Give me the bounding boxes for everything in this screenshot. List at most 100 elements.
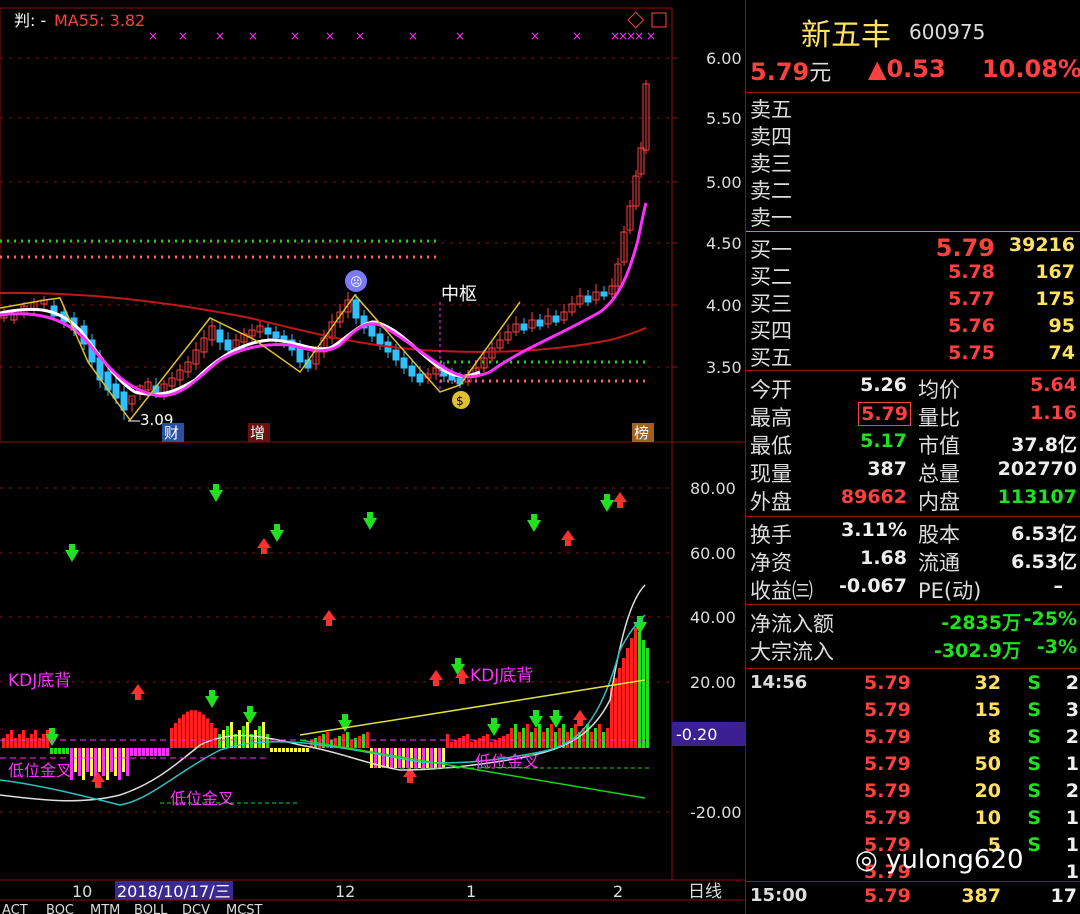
osc-bar [110,748,113,772]
tick-row[interactable]: 5.79 10 S 1 [746,807,1080,834]
buy-price: 5.77 [948,288,995,310]
osc-bar [270,748,273,752]
chart-area[interactable]: 判: - MA55: 3.82 × × × × × × × × × × × ×××× × ☹ $ 中枢 … [0,0,745,914]
indicator-tab[interactable]: MCST [226,903,263,914]
ma55-line [0,291,647,353]
osc-bar [638,632,641,748]
osc-bar [298,748,301,752]
tick-row[interactable]: 14:56 5.79 32 S 2 [746,672,1080,699]
tick-row[interactable]: 5.79 50 S 1 [746,753,1080,780]
osc-bar [370,748,373,768]
osc-bar [302,748,305,752]
tick-count: 1 [1065,834,1079,856]
money-bag-glyph: $ [456,394,464,408]
tick-count: 1 [1065,861,1079,883]
tick-row[interactable]: 5.79 15 S 3 [746,699,1080,726]
tick-volume: 20 [974,780,1001,802]
buy-label: 买三 [750,292,792,316]
sell-label: 卖四 [750,125,792,149]
tick-price: 5.79 [864,726,911,748]
osc-bar [482,736,485,748]
watermark: ◎ yulong620 [855,845,1024,875]
indicator-tab[interactable]: DCV [182,903,210,914]
osc-bar [438,748,441,768]
last-price-value: 5.79 [750,58,810,86]
indicator-tabs[interactable]: ACT BOC MTM BOLL DCV MCST [2,903,263,914]
osc-bar [470,742,473,748]
osc-bar [494,740,497,748]
period-label[interactable]: 日线 [688,882,722,902]
osc-bar [306,748,309,752]
osc-tick: 20.00 [690,673,736,692]
osc-bar [502,736,505,748]
osc-bar [522,728,525,748]
signal-x-mark: × [148,29,158,43]
candlesticks [0,80,650,420]
indicator-tab[interactable]: MTM [90,903,120,914]
tick-count: 2 [1065,726,1079,748]
buy-label: 买二 [750,265,792,289]
event-tag-cai-text: 财 [164,424,179,442]
tick-row[interactable]: 5.79 8 S 2 [746,726,1080,753]
osc-bar [282,748,285,752]
divider [746,516,1080,517]
osc-bar [350,740,353,748]
osc-bar [426,748,429,768]
golden-cross-label-3: 低位金叉 [475,752,539,771]
netflow-value: -2835万 [941,612,1021,634]
tick-side: S [1027,753,1041,775]
indicator-tab[interactable]: BOLL [134,903,168,914]
osc-bar [526,724,529,748]
osc-bar [626,648,629,748]
signal-x-mark: × [455,29,465,43]
diamond-icon[interactable] [627,11,645,29]
buy-row: 买一 5.79 39216 [746,234,1080,262]
osc-bar [366,732,369,748]
window-toggle-icon[interactable] [651,12,667,28]
tick-row[interactable]: 5.79 20 S 2 [746,780,1080,807]
indicator-tab[interactable]: BOC [46,903,74,914]
osc-bar [506,734,509,748]
candle-body [224,339,232,351]
osc-bar [598,724,601,748]
capital-value: 6.53亿 [1011,523,1077,545]
signal-marks-top: × × × × × × × × × × × ×××× × [148,29,656,43]
tick-time: 14:56 [750,672,808,693]
osc-bar [510,728,513,748]
divider [746,881,1080,882]
osc-tick: 80.00 [690,479,736,498]
signal-x-mark: × [646,29,656,43]
osc-bar [586,724,589,748]
osc-bar [622,658,625,748]
osc-bar [538,724,541,748]
osc-bar [134,748,137,756]
osc-bar [422,748,425,768]
xaxis-month-12: 12 [335,882,355,901]
indicator-tab[interactable]: ACT [2,903,28,914]
netasset-value: 1.68 [860,547,907,569]
osc-bar [614,678,617,748]
tick-volume: 50 [974,753,1001,775]
osc-bar [166,748,169,756]
tick-count: 2 [1065,672,1079,694]
oscillator-bars [2,628,649,780]
osc-bar [362,734,365,748]
turnover-value: 3.11% [841,519,907,541]
osc-bar [414,748,417,768]
osc-bar [382,748,385,768]
outer-label: 外盘 [750,490,792,514]
osc-bar [26,738,29,748]
up-arrow-icon [429,670,443,686]
osc-bar [342,734,345,748]
osc-bar [150,748,153,756]
osc-bar [490,742,493,748]
xaxis-month-1: 1 [466,882,476,901]
osc-bar [346,732,349,748]
osc-bar [618,668,621,748]
golden-cross-label-1: 低位金叉 [8,761,72,780]
up-arrow-icon [322,610,336,626]
buy-row: 买二 5.78 167 [746,261,1080,289]
osc-bar [446,734,449,748]
osc-bar [178,718,181,748]
buy-label: 买一 [750,238,792,262]
